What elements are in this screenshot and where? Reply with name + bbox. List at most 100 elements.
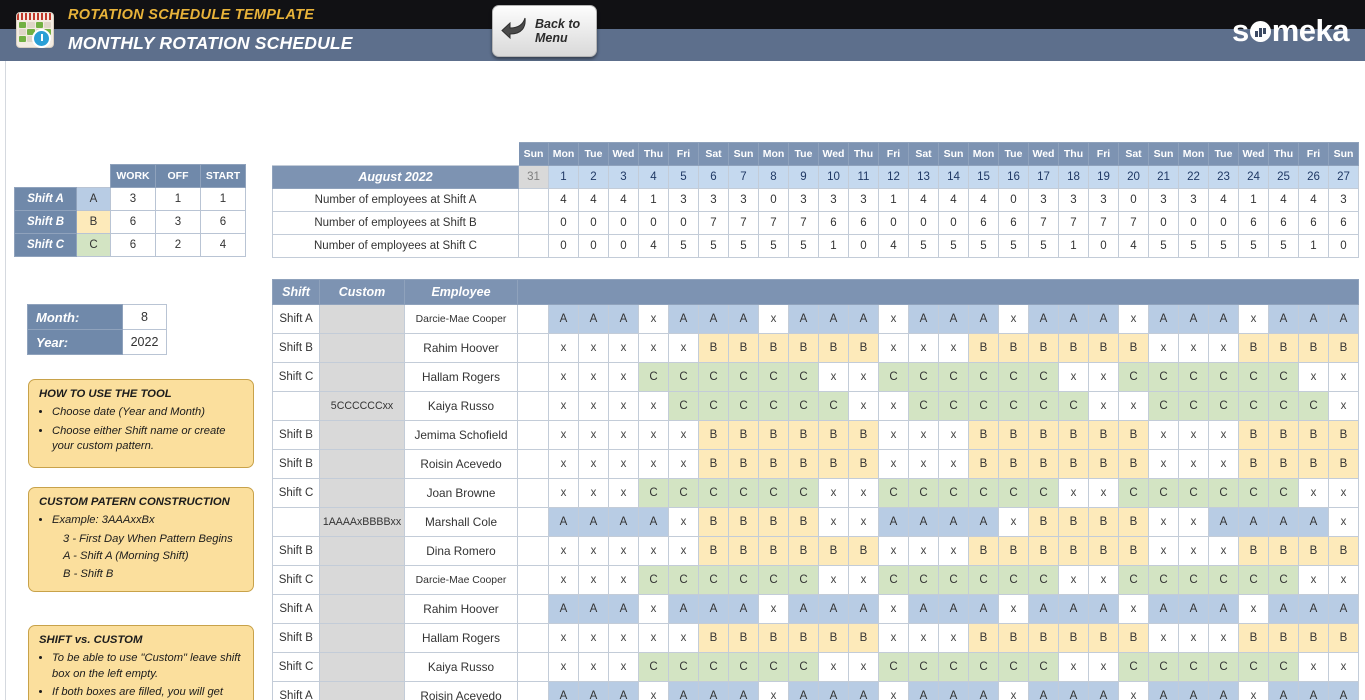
schedule-day-cell[interactable]: x xyxy=(908,623,939,653)
schedule-day-cell[interactable]: B xyxy=(1118,536,1149,566)
schedule-day-cell[interactable]: x xyxy=(848,507,879,537)
schedule-day-cell[interactable]: x xyxy=(878,304,909,334)
year-input[interactable]: 2022 xyxy=(122,329,167,355)
schedule-day-cell[interactable]: C xyxy=(758,652,789,682)
schedule-day-cell[interactable]: B xyxy=(1028,420,1059,450)
schedule-day-cell[interactable]: x xyxy=(848,652,879,682)
schedule-day-cell[interactable]: C xyxy=(758,565,789,595)
schedule-day-cell[interactable]: B xyxy=(788,333,819,363)
schedule-day-cell[interactable]: A xyxy=(938,304,969,334)
schedule-day-cell[interactable]: C xyxy=(1208,565,1239,595)
schedule-day-cell[interactable]: x xyxy=(638,681,669,700)
schedule-day-cell[interactable]: C xyxy=(1148,478,1179,508)
schedule-day-cell[interactable]: x xyxy=(908,449,939,479)
custom-pattern-cell[interactable] xyxy=(319,681,405,700)
schedule-day-cell[interactable]: A xyxy=(1148,304,1179,334)
schedule-day-cell[interactable]: x xyxy=(1328,391,1359,421)
schedule-day-cell[interactable]: C xyxy=(818,391,849,421)
schedule-day-cell[interactable]: C xyxy=(788,652,819,682)
schedule-day-cell[interactable]: x xyxy=(758,681,789,700)
schedule-day-cell[interactable]: A xyxy=(1208,594,1239,624)
schedule-day-cell[interactable]: B xyxy=(1328,536,1359,566)
schedule-day-cell[interactable]: C xyxy=(638,652,669,682)
employee-name-cell[interactable]: Hallam Rogers xyxy=(404,623,518,653)
schedule-day-cell[interactable]: B xyxy=(788,623,819,653)
schedule-day-cell[interactable]: A xyxy=(1028,681,1059,700)
schedule-day-cell[interactable]: C xyxy=(878,652,909,682)
schedule-day-cell[interactable]: x xyxy=(1148,536,1179,566)
shift-name-cell[interactable]: Shift A xyxy=(272,304,320,334)
shift-name-cell[interactable]: Shift C xyxy=(272,565,320,595)
schedule-day-cell[interactable]: C xyxy=(668,565,699,595)
schedule-day-cell[interactable]: B xyxy=(1238,623,1269,653)
schedule-day-cell[interactable]: x xyxy=(818,652,849,682)
schedule-day-cell[interactable]: A xyxy=(1028,304,1059,334)
schedule-day-cell[interactable]: A xyxy=(788,594,819,624)
schedule-day-cell[interactable]: C xyxy=(938,565,969,595)
schedule-day-cell[interactable]: A xyxy=(578,304,609,334)
schedule-day-cell[interactable]: x xyxy=(1118,304,1149,334)
shift-name-cell[interactable] xyxy=(272,507,320,537)
schedule-day-cell[interactable]: A xyxy=(938,594,969,624)
schedule-day-cell[interactable]: x xyxy=(1328,478,1359,508)
custom-pattern-cell[interactable] xyxy=(319,362,405,392)
schedule-day-cell[interactable]: x xyxy=(1178,420,1209,450)
schedule-day-cell[interactable]: C xyxy=(1028,478,1059,508)
schedule-day-cell[interactable]: x xyxy=(908,333,939,363)
schedule-day-cell[interactable]: x xyxy=(1058,478,1089,508)
schedule-day-cell[interactable]: B xyxy=(998,536,1029,566)
employee-name-cell[interactable]: Kaiya Russo xyxy=(404,391,518,421)
schedule-day-cell[interactable]: A xyxy=(908,594,939,624)
shift-name-cell[interactable]: Shift A xyxy=(272,681,320,700)
schedule-day-cell[interactable]: C xyxy=(1208,391,1239,421)
schedule-day-cell[interactable]: x xyxy=(848,391,879,421)
schedule-day-cell[interactable]: x xyxy=(1178,507,1209,537)
schedule-day-cell[interactable]: A xyxy=(1058,681,1089,700)
schedule-day-cell[interactable]: A xyxy=(548,304,579,334)
schedule-day-cell[interactable]: B xyxy=(848,333,879,363)
schedule-day-cell[interactable]: A xyxy=(1268,304,1299,334)
schedule-day-cell[interactable]: A xyxy=(1148,594,1179,624)
schedule-day-cell[interactable]: B xyxy=(1328,420,1359,450)
schedule-day-cell[interactable]: B xyxy=(698,420,729,450)
schedule-day-cell[interactable]: B xyxy=(1298,449,1329,479)
schedule-day-cell[interactable]: C xyxy=(788,565,819,595)
schedule-day-cell[interactable]: C xyxy=(1148,362,1179,392)
schedule-day-cell[interactable]: C xyxy=(1148,565,1179,595)
schedule-day-cell[interactable]: B xyxy=(818,623,849,653)
schedule-day-cell[interactable]: x xyxy=(1298,565,1329,595)
schedule-day-cell[interactable]: x xyxy=(1208,449,1239,479)
employee-name-cell[interactable]: Roisin Acevedo xyxy=(404,449,518,479)
schedule-day-cell[interactable]: C xyxy=(758,362,789,392)
schedule-day-cell[interactable]: x xyxy=(638,594,669,624)
schedule-day-cell[interactable]: A xyxy=(1268,507,1299,537)
schedule-day-cell[interactable]: x xyxy=(548,536,579,566)
schedule-day-cell[interactable]: A xyxy=(1328,681,1359,700)
schedule-day-cell[interactable]: B xyxy=(1118,449,1149,479)
schedule-day-cell[interactable]: x xyxy=(638,391,669,421)
schedule-day-cell[interactable]: C xyxy=(758,391,789,421)
shift-name-cell[interactable]: Shift C xyxy=(272,478,320,508)
schedule-day-cell[interactable]: A xyxy=(548,681,579,700)
schedule-day-cell[interactable]: A xyxy=(818,681,849,700)
schedule-day-cell[interactable]: B xyxy=(758,536,789,566)
schedule-day-cell[interactable]: x xyxy=(938,449,969,479)
schedule-day-cell[interactable]: C xyxy=(1178,362,1209,392)
schedule-day-cell[interactable]: B xyxy=(1028,536,1059,566)
schedule-day-cell[interactable]: B xyxy=(1028,333,1059,363)
schedule-day-cell[interactable]: x xyxy=(1148,507,1179,537)
schedule-day-cell[interactable]: x xyxy=(1118,391,1149,421)
schedule-day-cell[interactable]: C xyxy=(668,652,699,682)
schedule-day-cell[interactable]: x xyxy=(638,536,669,566)
schedule-day-cell[interactable]: B xyxy=(1268,449,1299,479)
schedule-day-cell[interactable]: A xyxy=(968,594,999,624)
back-to-menu-button[interactable]: Back to Menu xyxy=(492,5,597,57)
schedule-day-cell[interactable]: B xyxy=(1238,449,1269,479)
schedule-day-cell[interactable]: C xyxy=(668,391,699,421)
custom-pattern-cell[interactable] xyxy=(319,333,405,363)
schedule-day-cell[interactable]: x xyxy=(1058,652,1089,682)
schedule-day-cell[interactable]: C xyxy=(998,478,1029,508)
schedule-day-cell[interactable]: x xyxy=(548,333,579,363)
schedule-day-cell[interactable]: C xyxy=(698,391,729,421)
schedule-day-cell[interactable]: B xyxy=(968,333,999,363)
